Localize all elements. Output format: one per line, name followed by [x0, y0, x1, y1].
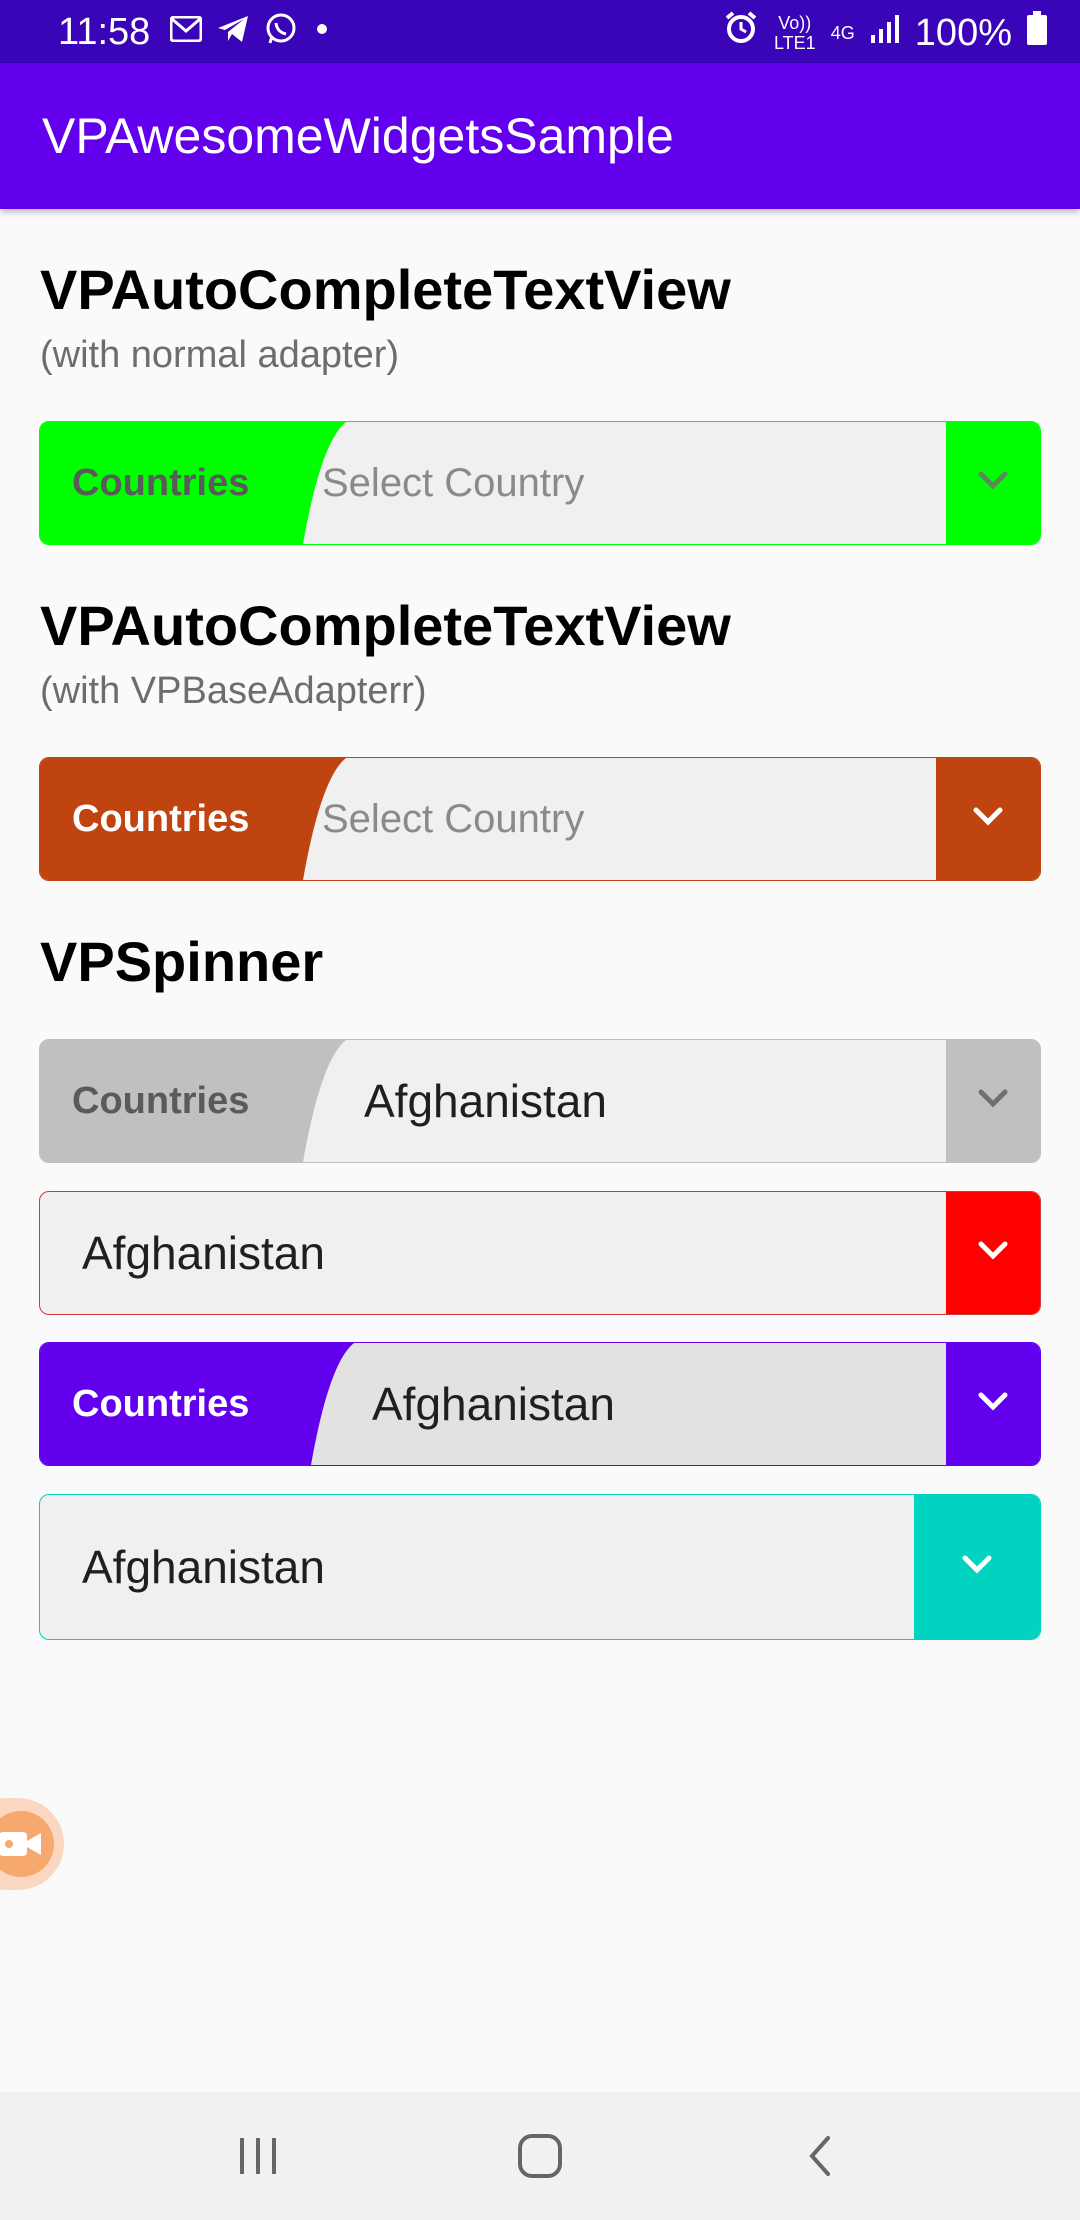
spinner-grey-label: Countries	[72, 1079, 250, 1122]
home-button[interactable]	[460, 2092, 620, 2220]
spinner-red[interactable]: Afghanistan	[39, 1191, 1041, 1315]
notification-icons	[169, 12, 332, 51]
screen-recorder-button[interactable]	[0, 1798, 64, 1890]
signal-icon	[869, 11, 901, 55]
back-button[interactable]	[740, 2092, 900, 2220]
back-icon	[809, 2136, 830, 2176]
section-title-autocomplete-normal: VPAutoCompleteTextView	[40, 258, 731, 321]
spinner-red-dropdown-button[interactable]	[946, 1192, 1040, 1314]
autocomplete-normal-field[interactable]: Countries Select Country	[39, 421, 1041, 545]
chevron-down-icon	[978, 471, 1008, 496]
network-label: 4G	[830, 23, 855, 43]
video-camera-icon	[0, 1811, 54, 1877]
chevron-down-icon	[962, 1555, 992, 1580]
recent-apps-button[interactable]	[178, 2092, 338, 2220]
autocomplete-base-dropdown-button[interactable]	[936, 758, 1040, 880]
status-time: 11:58	[58, 11, 151, 53]
chevron-down-icon	[978, 1089, 1008, 1114]
autocomplete-base-input[interactable]: Select Country	[322, 758, 584, 880]
spinner-teal-value: Afghanistan	[82, 1541, 325, 1593]
chevron-down-icon	[978, 1241, 1008, 1266]
telegram-icon	[216, 14, 250, 49]
navigation-bar	[0, 2092, 1080, 2220]
dot-icon	[312, 19, 332, 44]
spinner-grey-dropdown-button[interactable]	[946, 1040, 1040, 1162]
status-bar: 11:58 Vo)) LTE1 4G 100%	[0, 0, 1080, 63]
chevron-down-icon	[973, 807, 1003, 832]
autocomplete-normal-input[interactable]: Select Country	[322, 422, 584, 544]
home-icon	[518, 2134, 562, 2178]
spinner-purple-label-block: Countries	[40, 1343, 379, 1465]
spinner-purple-label: Countries	[72, 1382, 250, 1425]
whatsapp-icon	[264, 12, 298, 51]
alarm-icon	[723, 10, 759, 56]
autocomplete-normal-dropdown-button[interactable]	[946, 422, 1040, 544]
spinner-grey-label-block: Countries	[40, 1040, 371, 1162]
gmail-icon	[169, 15, 203, 47]
autocomplete-base-label: Countries	[72, 797, 250, 840]
app-bar: VPAwesomeWidgetsSample	[0, 63, 1080, 209]
recent-apps-icon	[240, 2138, 276, 2174]
spinner-teal[interactable]: Afghanistan	[39, 1494, 1041, 1640]
spinner-purple-dropdown-button[interactable]	[946, 1343, 1040, 1465]
spinner-teal-dropdown-button[interactable]	[914, 1495, 1040, 1639]
section-subtitle-autocomplete-base: (with VPBaseAdapterr)	[40, 670, 427, 712]
battery-icon	[1026, 11, 1048, 55]
spinner-purple-value: Afghanistan	[372, 1378, 615, 1430]
volte-label: Vo)) LTE1	[773, 13, 816, 53]
autocomplete-base-label-block: Countries	[40, 758, 371, 880]
section-title-spinner: VPSpinner	[40, 930, 324, 993]
battery-percent: 100%	[914, 12, 1012, 54]
spinner-grey[interactable]: Countries Afghanistan	[39, 1039, 1041, 1163]
spinner-grey-value: Afghanistan	[364, 1075, 607, 1127]
autocomplete-base-field[interactable]: Countries Select Country	[39, 757, 1041, 881]
section-subtitle-autocomplete-normal: (with normal adapter)	[40, 334, 400, 376]
autocomplete-normal-label: Countries	[72, 461, 250, 504]
app-title: VPAwesomeWidgetsSample	[42, 108, 674, 164]
spinner-red-value: Afghanistan	[82, 1227, 325, 1279]
autocomplete-normal-label-block: Countries	[40, 422, 371, 544]
chevron-down-icon	[978, 1392, 1008, 1417]
section-title-autocomplete-base: VPAutoCompleteTextView	[40, 594, 731, 657]
spinner-purple[interactable]: Countries Afghanistan	[39, 1342, 1041, 1466]
status-right: Vo)) LTE1 4G 100%	[723, 10, 1048, 56]
